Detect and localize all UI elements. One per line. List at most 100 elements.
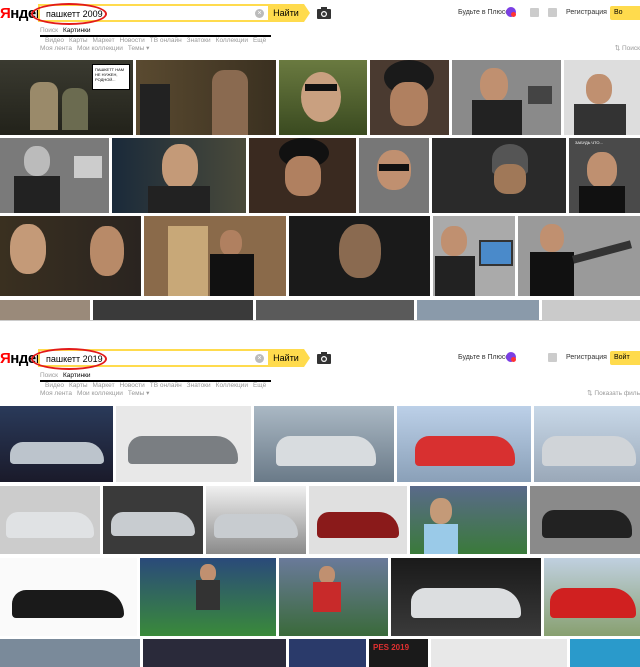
tab-tv[interactable]: ТВ онлайн <box>150 37 182 44</box>
image-thumbnail[interactable] <box>432 138 566 213</box>
image-thumbnail[interactable] <box>397 406 531 482</box>
camera-icon[interactable] <box>317 7 331 19</box>
find-button[interactable]: Найти <box>268 4 310 22</box>
plus-link[interactable]: Будьте в Плюсе <box>458 9 509 16</box>
find-button[interactable]: Найти <box>268 349 310 367</box>
image-thumbnail[interactable] <box>140 558 276 636</box>
register-link[interactable]: Регистрация <box>566 354 607 361</box>
image-thumbnail[interactable] <box>564 60 640 135</box>
tab-news[interactable]: Новости <box>120 37 145 44</box>
highlight-circle <box>31 348 107 370</box>
sub-nav: Моя лента Мои коллекции Темы ▾ <box>40 389 154 397</box>
image-thumbnail[interactable] <box>143 639 286 667</box>
tab-images[interactable]: Картинки <box>40 27 271 37</box>
tab-znatoki[interactable]: Знатоки <box>187 37 211 44</box>
image-thumbnail[interactable] <box>570 639 640 667</box>
my-collections-link[interactable]: Мои коллекции <box>77 390 123 397</box>
image-thumbnail[interactable] <box>0 558 137 636</box>
screenshot-panel-2009: Яндекс × Найти Будьте в Плюсе Регистраци… <box>0 0 640 320</box>
tab-news[interactable]: Новости <box>120 382 145 389</box>
clear-icon[interactable]: × <box>255 9 264 18</box>
register-link[interactable]: Регистрация <box>566 9 607 16</box>
tab-znatoki[interactable]: Знатоки <box>187 382 211 389</box>
plus-icon[interactable] <box>506 352 516 362</box>
image-thumbnail[interactable] <box>417 300 539 320</box>
image-thumbnail[interactable] <box>206 486 306 554</box>
image-thumbnail[interactable] <box>0 138 109 213</box>
image-thumbnail[interactable] <box>289 639 366 667</box>
image-thumbnail[interactable] <box>431 639 567 667</box>
image-thumbnail[interactable]: ПАШКЕТТ НАМ НЕ НУЖЕН, РОДНОЙ... <box>0 60 133 135</box>
image-thumbnail[interactable] <box>309 486 407 554</box>
thumbnail-caption: PES 2019 <box>373 643 410 652</box>
image-thumbnail[interactable] <box>254 406 394 482</box>
camera-icon[interactable] <box>317 352 331 364</box>
image-thumbnail[interactable] <box>0 406 113 482</box>
tab-images[interactable]: Картинки <box>40 372 271 382</box>
image-thumbnail[interactable] <box>452 60 561 135</box>
topics-dropdown[interactable]: Темы ▾ <box>128 45 149 52</box>
image-thumbnail[interactable] <box>249 138 356 213</box>
image-thumbnail[interactable] <box>279 60 367 135</box>
image-thumbnail[interactable] <box>0 486 100 554</box>
tab-maps[interactable]: Карты <box>69 382 88 389</box>
tab-search[interactable]: Поиск <box>40 372 58 379</box>
highlight-circle <box>31 3 107 25</box>
image-thumbnail[interactable] <box>0 216 141 296</box>
header: Яндекс × Найти Будьте в Плюсе Регистраци… <box>0 345 640 371</box>
image-thumbnail[interactable] <box>530 486 640 554</box>
service-tabs: Поиск КартинкиВидео Карты Маркет Новости ТВ о… <box>40 372 271 389</box>
tab-collections[interactable]: Коллекции <box>216 382 248 389</box>
image-thumbnail[interactable] <box>410 486 527 554</box>
plus-link[interactable]: Будьте в Плюсе <box>458 354 509 361</box>
tab-video[interactable]: Видео <box>45 37 64 44</box>
clear-icon[interactable]: × <box>255 354 264 363</box>
my-collections-link[interactable]: Мои коллекции <box>77 45 123 52</box>
image-thumbnail[interactable] <box>370 60 449 135</box>
image-thumbnail[interactable] <box>289 216 430 296</box>
my-feed-link[interactable]: Моя лента <box>40 390 72 397</box>
image-thumbnail[interactable] <box>544 558 640 636</box>
tab-market[interactable]: Маркет <box>93 382 115 389</box>
image-thumbnail[interactable] <box>116 406 251 482</box>
image-thumbnail[interactable]: PES 2019 <box>369 639 428 667</box>
image-thumbnail[interactable]: ЗАБУДЬ ЧТО... <box>569 138 640 213</box>
tab-tv[interactable]: ТВ онлайн <box>150 382 182 389</box>
image-thumbnail[interactable] <box>534 406 640 482</box>
tab-search[interactable]: Поиск <box>40 27 58 34</box>
apps-icon[interactable] <box>548 353 557 362</box>
image-thumbnail[interactable] <box>391 558 541 636</box>
signin-button[interactable]: Во <box>610 6 640 20</box>
image-thumbnail[interactable] <box>136 60 276 135</box>
image-thumbnail[interactable] <box>542 300 640 320</box>
image-thumbnail[interactable] <box>359 138 429 213</box>
image-thumbnail[interactable] <box>112 138 246 213</box>
service-tabs: Поиск КартинкиВидео Карты Маркет Новости ТВ о… <box>40 27 271 44</box>
signin-button[interactable]: Войт <box>610 351 640 365</box>
tab-more[interactable]: Ещё <box>253 37 266 44</box>
apps-icon[interactable] <box>548 8 557 17</box>
filters-toggle[interactable]: ⇅ Показать филь <box>587 389 640 397</box>
image-thumbnail[interactable] <box>518 216 640 296</box>
notifications-icon[interactable] <box>530 8 539 17</box>
tab-market[interactable]: Маркет <box>93 37 115 44</box>
image-thumbnail[interactable] <box>93 300 253 320</box>
image-thumbnail[interactable] <box>256 300 414 320</box>
image-thumbnail[interactable] <box>103 486 203 554</box>
tab-maps[interactable]: Карты <box>69 37 88 44</box>
thumbnail-caption: ЗАБУДЬ ЧТО... <box>575 140 603 145</box>
tab-collections[interactable]: Коллекции <box>216 37 248 44</box>
image-thumbnail[interactable] <box>279 558 388 636</box>
meme-caption: ПАШКЕТТ НАМ НЕ НУЖЕН, РОДНОЙ... <box>92 64 130 90</box>
my-feed-link[interactable]: Моя лента <box>40 45 72 52</box>
image-thumbnail[interactable] <box>0 639 140 667</box>
plus-icon[interactable] <box>506 7 516 17</box>
image-thumbnail[interactable] <box>144 216 286 296</box>
topics-dropdown[interactable]: Темы ▾ <box>128 390 149 397</box>
filters-toggle[interactable]: ⇅ Поиск <box>615 44 640 52</box>
tab-more[interactable]: Ещё <box>253 382 266 389</box>
screenshot-panel-2019: Яндекс × Найти Будьте в Плюсе Регистраци… <box>0 345 640 667</box>
image-thumbnail[interactable] <box>0 300 90 320</box>
image-thumbnail[interactable] <box>433 216 515 296</box>
tab-video[interactable]: Видео <box>45 382 64 389</box>
